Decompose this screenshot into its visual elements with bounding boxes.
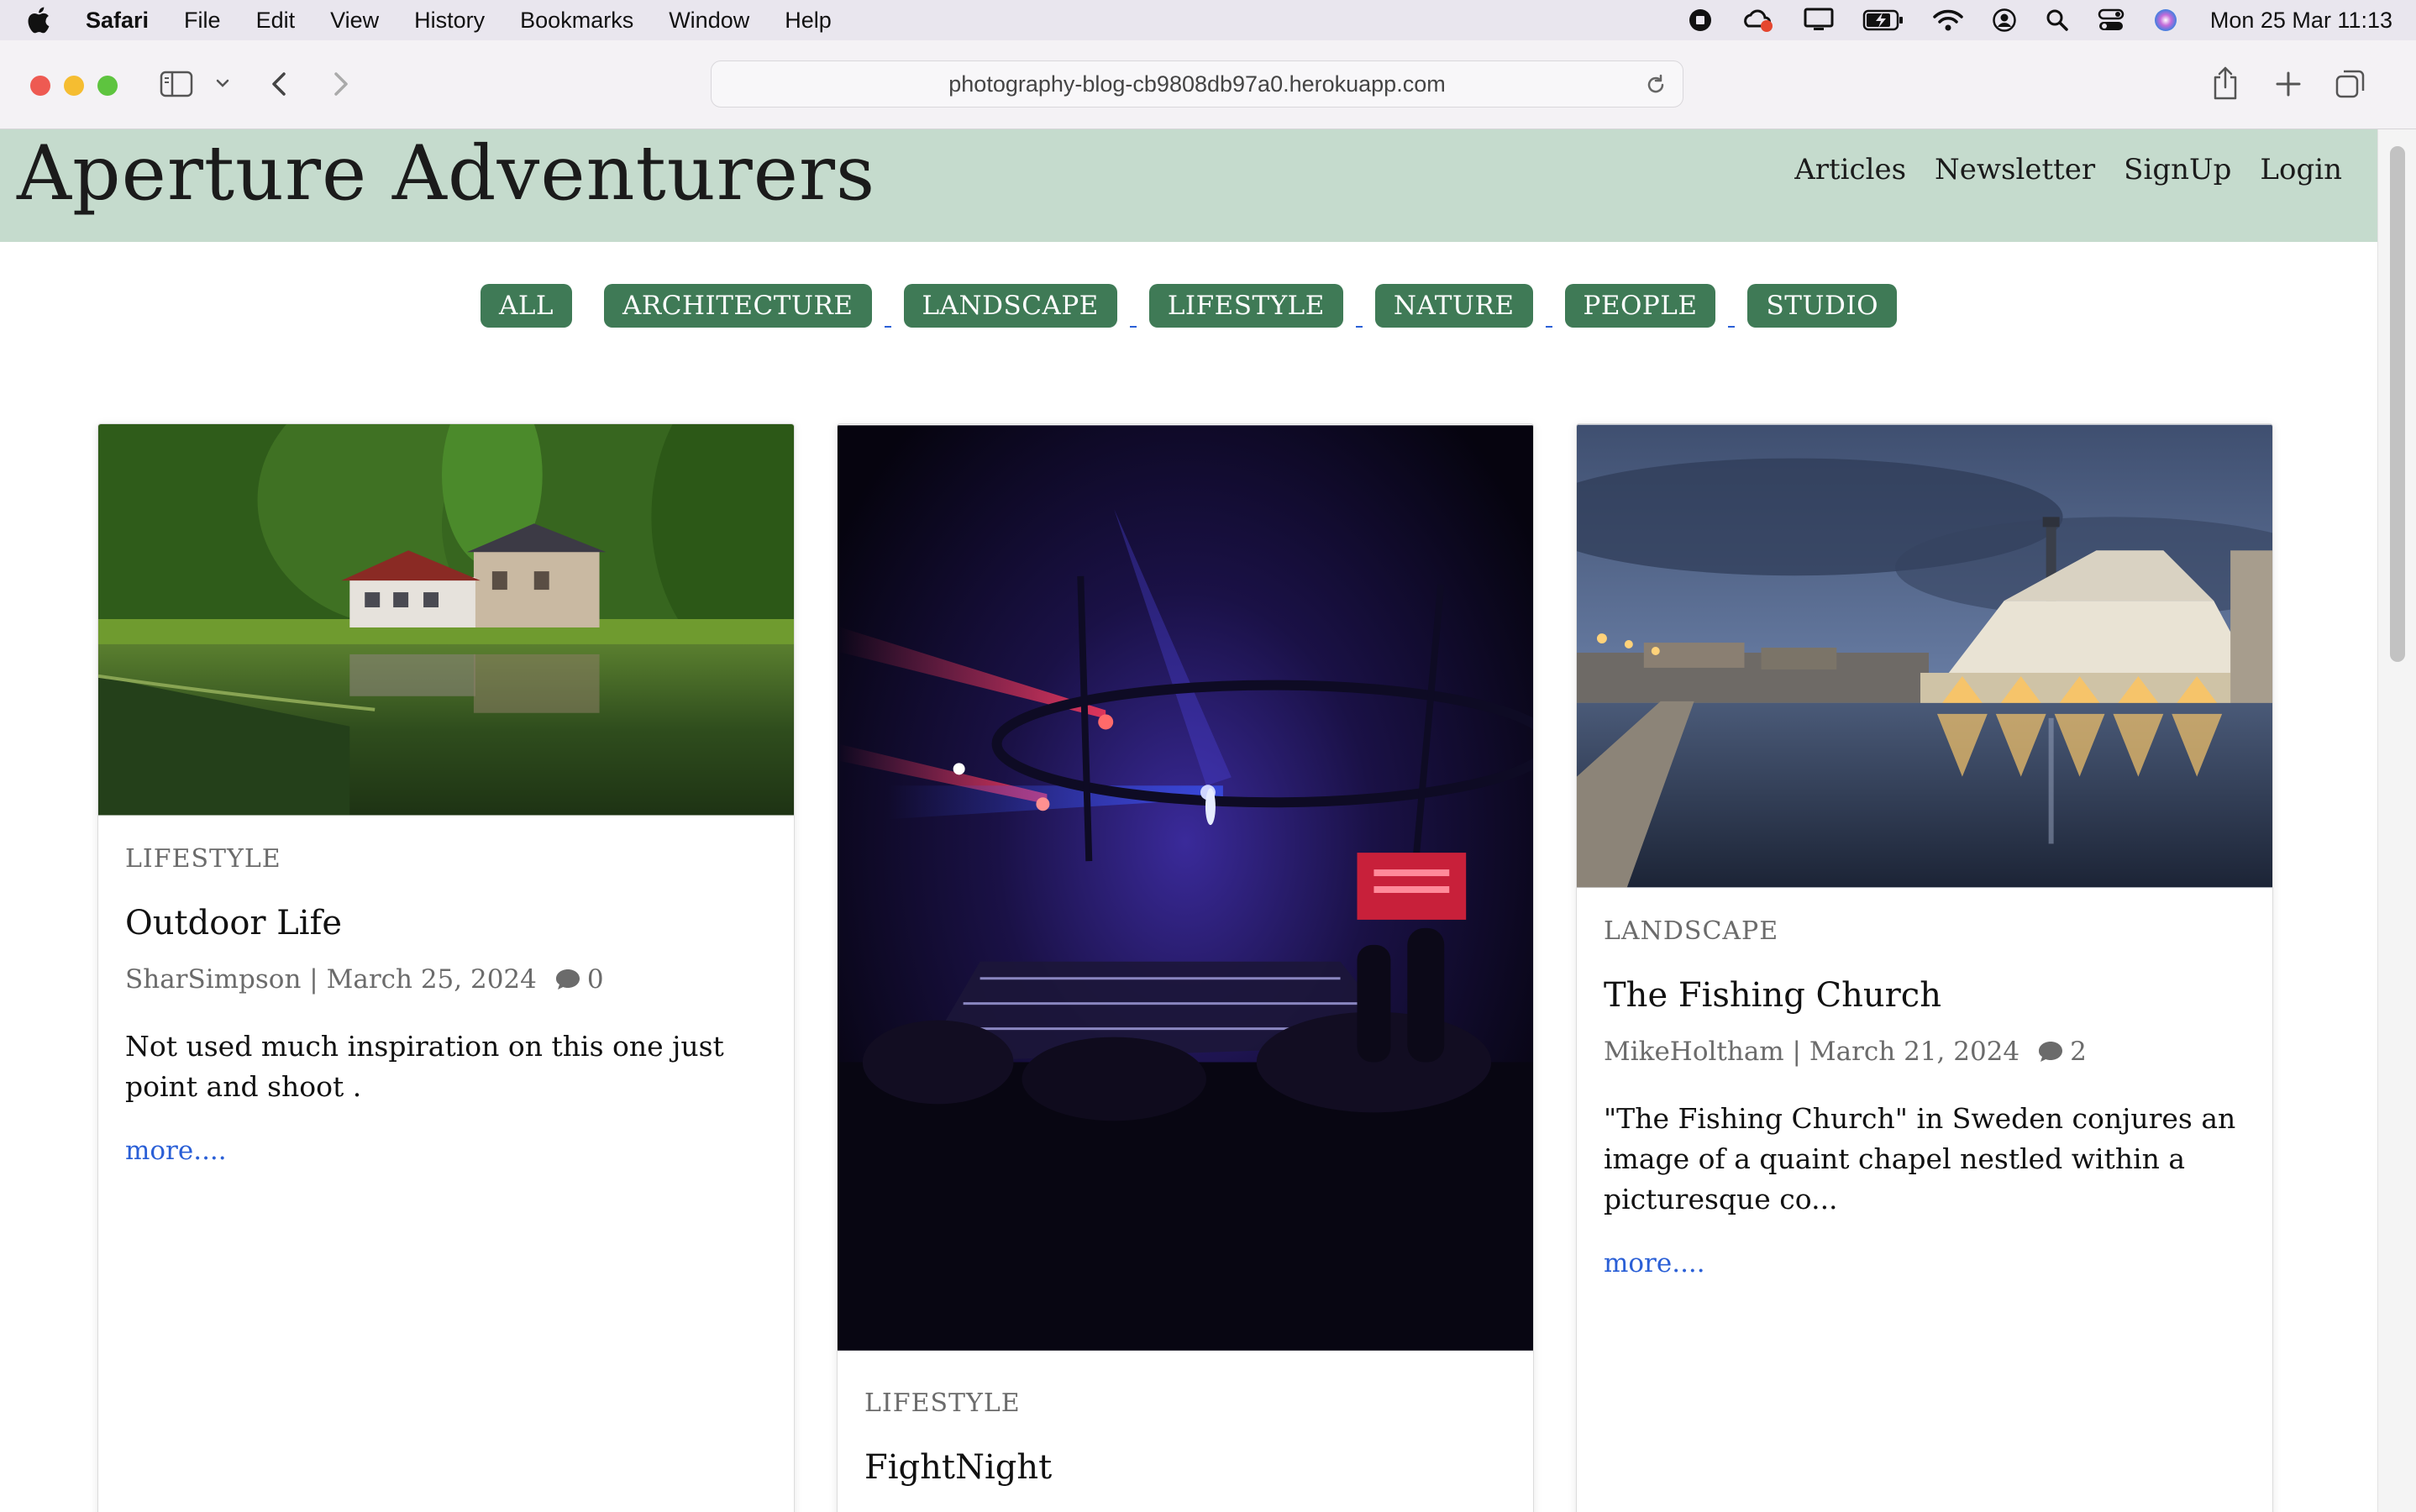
- wifi-icon[interactable]: [1933, 8, 1963, 32]
- sidebar-toggle-icon[interactable]: [160, 71, 193, 97]
- post-image-lake-house[interactable]: [98, 424, 794, 816]
- category-separator-link[interactable]: [1715, 296, 1747, 328]
- menu-file[interactable]: File: [184, 8, 221, 34]
- menubar-status-area: Mon 25 Mar 11:13: [1659, 0, 2392, 40]
- nav-articles-link[interactable]: Articles: [1794, 153, 1906, 186]
- category-nature-button[interactable]: NATURE: [1374, 284, 1533, 328]
- site-brand[interactable]: Aperture Adventurers: [17, 129, 875, 218]
- browser-toolbar: photography-blog-cb9808db97a0.herokuapp.…: [0, 40, 2416, 129]
- post-title[interactable]: The Fishing Church: [1604, 976, 2245, 1015]
- nav-login-link[interactable]: Login: [2260, 153, 2342, 186]
- post-card-body: LIFESTYLE Outdoor Life SharSimpson | Mar…: [125, 844, 767, 1166]
- category-separator-link[interactable]: [1533, 296, 1565, 328]
- read-more-link[interactable]: more....: [125, 1136, 227, 1166]
- menu-app-name[interactable]: Safari: [86, 8, 149, 34]
- macos-menu-bar: Safari File Edit View History Bookmarks …: [0, 0, 2416, 40]
- address-bar-url: photography-blog-cb9808db97a0.herokuapp.…: [948, 71, 1446, 97]
- post-author: SharSimpson: [125, 964, 302, 995]
- category-separator-link[interactable]: [872, 296, 904, 328]
- post-image-fishing-church[interactable]: [1577, 424, 2272, 888]
- post-excerpt: "The Fishing Church" in Sweden conjures …: [1604, 1102, 2236, 1215]
- category-all-button[interactable]: ALL: [480, 284, 572, 328]
- menubar-clock[interactable]: Mon 25 Mar 11:13: [2210, 8, 2392, 34]
- tab-overview-icon[interactable]: [2335, 69, 2366, 99]
- post-category: LANDSCAPE: [1604, 916, 1779, 946]
- category-separator-link[interactable]: [1343, 296, 1375, 328]
- category-architecture-button[interactable]: ARCHITECTURE: [604, 284, 872, 328]
- site-header: Aperture Adventurers Articles Newsletter…: [0, 129, 2377, 242]
- web-page: Aperture Adventurers Articles Newsletter…: [0, 129, 2377, 1512]
- new-tab-icon[interactable]: [2275, 71, 2302, 97]
- post-meta: SharSimpson | March 25, 2024 0: [125, 964, 767, 995]
- meta-divider: |: [301, 964, 327, 995]
- menu-history[interactable]: History: [414, 8, 485, 34]
- menu-view[interactable]: View: [330, 8, 379, 34]
- share-icon[interactable]: [2211, 66, 2240, 101]
- scrollbar-thumb[interactable]: [2390, 146, 2405, 662]
- nav-signup-link[interactable]: SignUp: [2124, 153, 2231, 186]
- category-separator: [572, 296, 604, 328]
- creative-cloud-icon[interactable]: [1741, 8, 1775, 33]
- post-author: MikeHoltham: [1604, 1037, 1784, 1067]
- post-card: LIFESTYLE Outdoor Life SharSimpson | Mar…: [97, 423, 795, 1512]
- meta-divider: |: [1783, 1037, 1809, 1067]
- post-category: LIFESTYLE: [125, 844, 281, 874]
- post-comments: 0: [554, 964, 604, 995]
- category-filter-bar: ALL ARCHITECTURE LANDSCAPE LIFESTYLE NAT…: [0, 284, 2377, 328]
- menu-edit[interactable]: Edit: [256, 8, 296, 34]
- spotlight-search-icon[interactable]: [2046, 8, 2069, 32]
- post-date: March 25, 2024: [326, 964, 537, 995]
- address-bar[interactable]: photography-blog-cb9808db97a0.herokuapp.…: [711, 60, 1683, 108]
- back-icon[interactable]: [269, 71, 291, 97]
- post-comment-count: 0: [586, 964, 604, 995]
- menu-help[interactable]: Help: [785, 8, 832, 34]
- menu-bookmarks[interactable]: Bookmarks: [520, 8, 633, 34]
- record-stop-icon[interactable]: [1688, 8, 1713, 33]
- chevron-down-icon[interactable]: [215, 77, 230, 89]
- battery-icon[interactable]: [1862, 9, 1904, 31]
- post-title[interactable]: FightNight: [864, 1448, 1506, 1487]
- comment-icon: [555, 969, 580, 990]
- category-landscape-button[interactable]: LANDSCAPE: [903, 284, 1117, 328]
- display-icon[interactable]: [1804, 8, 1834, 33]
- category-lifestyle-button[interactable]: LIFESTYLE: [1148, 284, 1343, 328]
- post-excerpt: Not used much inspiration on this one ju…: [125, 1030, 724, 1103]
- forward-icon[interactable]: [329, 71, 351, 97]
- read-more-link[interactable]: more....: [1604, 1248, 1705, 1278]
- nav-newsletter-link[interactable]: Newsletter: [1935, 153, 2095, 186]
- category-studio-button[interactable]: STUDIO: [1747, 284, 1898, 328]
- window-zoom-button[interactable]: [97, 76, 118, 96]
- category-people-button[interactable]: PEOPLE: [1564, 284, 1716, 328]
- comment-icon: [2039, 1042, 2063, 1062]
- post-image-fight-night[interactable]: [838, 424, 1533, 1352]
- window-minimize-button[interactable]: [64, 76, 84, 96]
- control-center-icon[interactable]: [2098, 8, 2125, 32]
- apple-icon[interactable]: [25, 6, 60, 34]
- post-comments: 2: [2036, 1037, 2087, 1067]
- user-account-icon[interactable]: [1992, 8, 2017, 33]
- post-comment-count: 2: [2070, 1037, 2087, 1067]
- site-nav: Articles Newsletter SignUp Login: [1794, 153, 2342, 186]
- post-card-body: LANDSCAPE The Fishing Church MikeHoltham…: [1604, 916, 2245, 1278]
- post-card-body: LIFESTYLE FightNight: [864, 1389, 1506, 1487]
- siri-icon[interactable]: [2153, 8, 2178, 33]
- post-card: LANDSCAPE The Fishing Church MikeHoltham…: [1576, 423, 2273, 1512]
- post-card: LIFESTYLE FightNight: [837, 423, 1534, 1512]
- post-date: March 21, 2024: [1809, 1037, 2020, 1067]
- post-category: LIFESTYLE: [864, 1389, 1021, 1418]
- category-separator-link[interactable]: [1117, 296, 1149, 328]
- reload-icon[interactable]: [1644, 73, 1668, 102]
- page-scrollbar[interactable]: [2377, 129, 2416, 1512]
- window-close-button[interactable]: [30, 76, 50, 96]
- post-meta: MikeHoltham | March 21, 2024 2: [1604, 1037, 2245, 1067]
- post-title[interactable]: Outdoor Life: [125, 904, 767, 942]
- menu-window[interactable]: Window: [669, 8, 749, 34]
